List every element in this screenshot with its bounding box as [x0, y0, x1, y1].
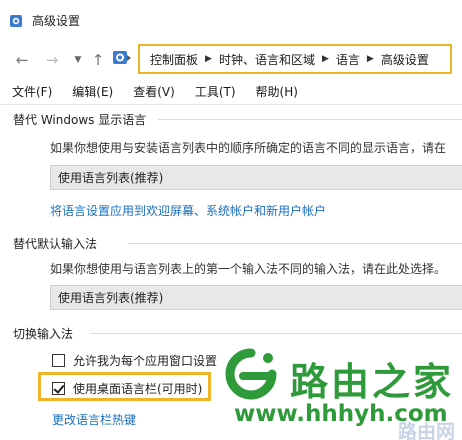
display-language-description: 如果你想使用与安装语言列表中的顺序所确定的语言不同的显示语言，请在 [50, 141, 447, 155]
title-bar: 高级设置 [0, 0, 462, 40]
apply-language-settings-link[interactable]: 将语言设置应用到欢迎屏幕、系统帐户和新用户帐户 [50, 202, 326, 219]
desktop-language-bar-label: 使用桌面语言栏(可用时) [73, 382, 203, 396]
per-app-input-label: 允许我为每个应用窗口设置 [73, 354, 218, 368]
breadcrumb-separator-icon[interactable]: ▶ [205, 54, 212, 64]
change-language-bar-hotkeys-link[interactable]: 更改语言栏热键 [52, 411, 136, 428]
menu-file[interactable]: 文件(F) [12, 83, 52, 100]
menu-bar: 文件(F) 编辑(E) 查看(V) 工具(T) 帮助(H) [0, 80, 462, 102]
section-title-switch-input: 切换输入法 [13, 327, 74, 341]
watermark-logo-icon [225, 348, 277, 400]
menu-view[interactable]: 查看(V) [133, 83, 175, 100]
breadcrumb-item[interactable]: 控制面板 [150, 51, 198, 68]
control-panel-icon [10, 15, 22, 27]
section-divider [90, 333, 462, 334]
dropdown-selected-value: 使用语言列表(推荐) [58, 171, 164, 185]
watermark-brand-name: 路由之家 [290, 360, 455, 404]
section-title-display-language: 替代 Windows 显示语言 [13, 113, 147, 127]
forward-arrow-icon[interactable]: → [42, 50, 62, 70]
desktop-language-bar-checkbox[interactable] [52, 382, 65, 395]
back-arrow-icon[interactable]: ← [12, 50, 32, 70]
menu-help[interactable]: 帮助(H) [256, 83, 298, 100]
menu-tools[interactable]: 工具(T) [195, 83, 236, 100]
section-divider [158, 119, 462, 120]
breadcrumb-separator-icon[interactable]: ▶ [322, 54, 329, 64]
window-title: 高级设置 [32, 14, 81, 28]
address-bar[interactable]: 控制面板 ▶ 时钟、语言和区域 ▶ 语言 ▶ 高级设置 [138, 44, 452, 74]
control-panel-location-icon [113, 51, 131, 64]
desktop-language-bar-checkbox-row[interactable]: 使用桌面语言栏(可用时) [52, 380, 202, 397]
watermark-faint-text: 路由网 [398, 421, 456, 440]
recent-chevron-down-icon[interactable]: ▼ [68, 50, 88, 70]
per-app-input-checkbox[interactable] [52, 354, 65, 367]
menu-edit[interactable]: 编辑(E) [72, 83, 113, 100]
section-title-default-input: 替代默认输入法 [13, 237, 98, 251]
watermark: 路由之家 www.hhhyh.com 路由网 [222, 343, 462, 440]
per-app-input-checkbox-row[interactable]: 允许我为每个应用窗口设置 [52, 352, 217, 369]
section-divider [128, 243, 462, 244]
default-input-description: 如果你想使用与语言列表上的第一个输入法不同的输入法，请在此处选择。 [50, 262, 447, 276]
default-input-dropdown[interactable]: 使用语言列表(推荐) [50, 285, 462, 310]
breadcrumb-item[interactable]: 语言 [336, 51, 360, 68]
dropdown-selected-value: 使用语言列表(推荐) [58, 291, 164, 305]
breadcrumb-item[interactable]: 高级设置 [381, 51, 429, 68]
display-language-dropdown[interactable]: 使用语言列表(推荐) [50, 165, 462, 190]
up-arrow-icon[interactable]: ↑ [88, 50, 108, 70]
breadcrumb-item[interactable]: 时钟、语言和区域 [219, 51, 315, 68]
breadcrumb-separator-icon[interactable]: ▶ [367, 54, 374, 64]
